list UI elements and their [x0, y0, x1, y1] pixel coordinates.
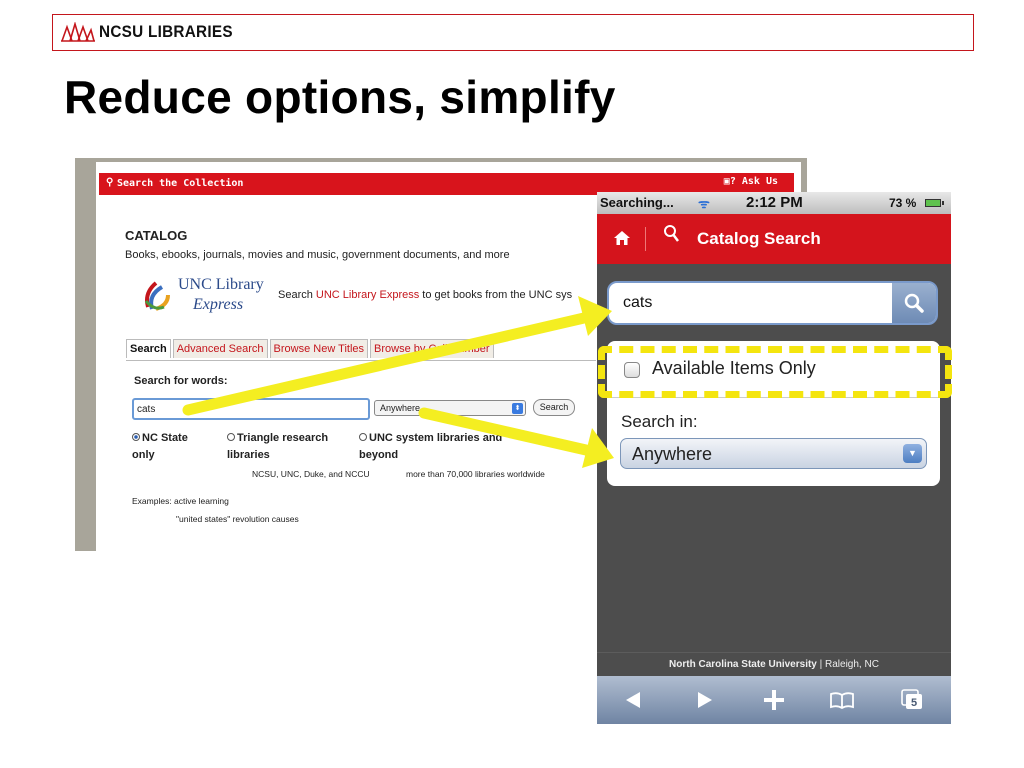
nav-title: Catalog Search: [697, 229, 821, 248]
status-bar: Searching... ᯤ 2:12 PM 73 %: [597, 192, 951, 214]
examples-label: Examples: active learning: [132, 496, 229, 506]
status-activity: Searching...: [600, 195, 674, 210]
bookmarks-button[interactable]: [827, 676, 857, 724]
home-icon[interactable]: [613, 230, 631, 246]
browser-toolbar: 5: [597, 676, 951, 724]
catalog-description: Books, ebooks, journals, movies and musi…: [125, 249, 510, 261]
magnifier-icon: [664, 225, 679, 242]
mobile-search-button[interactable]: [892, 283, 936, 323]
status-time: 2:12 PM: [746, 194, 803, 211]
option-nc-state[interactable]: NC State only: [132, 430, 188, 464]
unc-logo-name: UNC Library: [178, 276, 264, 293]
search-icon: [904, 293, 924, 313]
nav-bar: Catalog Search: [597, 214, 951, 264]
mobile-scope-select[interactable]: Anywhere ▼: [620, 438, 927, 469]
catalog-heading: CATALOG: [125, 228, 188, 243]
search-tabs: Search Advanced Search Browse New Titles…: [126, 339, 496, 358]
mobile-search-field[interactable]: cats: [607, 281, 938, 325]
back-button[interactable]: [621, 676, 645, 724]
desktop-search-input[interactable]: cats: [132, 398, 370, 420]
search-collection-link[interactable]: Search the Collection: [117, 178, 243, 189]
tab-browse-call-number[interactable]: Browse by Call Number: [370, 339, 494, 358]
ncsu-logo: NCSU LIBRARIES: [61, 22, 248, 42]
radio-icon: [359, 433, 367, 441]
mobile-footer: North Carolina State University | Raleig…: [597, 652, 951, 676]
ncsu-logo-icon: [61, 22, 95, 42]
tab-search[interactable]: Search: [126, 339, 171, 358]
option-unc-sub: more than 70,000 libraries worldwide: [406, 469, 545, 479]
wifi-icon: ᯤ: [698, 196, 710, 211]
radio-selected-icon: [132, 433, 140, 441]
status-battery: 73 %: [889, 196, 917, 210]
tabs-count: 5: [911, 697, 917, 709]
search-icon: ⚲: [106, 177, 114, 188]
unc-logo-subname: Express: [193, 296, 244, 313]
bookmarks-icon: [830, 692, 854, 709]
mobile-scope-value: Anywhere: [632, 444, 713, 464]
add-bookmark-button[interactable]: [761, 676, 787, 724]
battery-icon: [925, 199, 944, 207]
forward-button[interactable]: [693, 676, 717, 724]
option-unc-system[interactable]: UNC system libraries and beyond: [359, 430, 502, 464]
tabs-divider: [126, 360, 596, 361]
tab-advanced-search[interactable]: Advanced Search: [172, 339, 268, 358]
slide-title: Reduce options, simplify: [64, 71, 616, 123]
example-query: "united states" revolution causes: [176, 514, 299, 524]
highlight-dashed-box: [598, 346, 952, 398]
tab-browse-new-titles[interactable]: Browse New Titles: [269, 339, 369, 358]
unc-express-link[interactable]: UNC Library Express: [316, 289, 419, 301]
search-for-words-label: Search for words:: [134, 375, 228, 387]
mobile-catalog-screenshot: Searching... ᯤ 2:12 PM 73 % Catalog Sear…: [597, 192, 951, 724]
radio-icon: [227, 433, 235, 441]
forward-icon: [698, 692, 712, 708]
option-triangle-sub: NCSU, UNC, Duke, and NCCU: [252, 469, 370, 479]
brand-text: NCSU LIBRARIES: [99, 22, 233, 41]
unc-logo-icon: [144, 281, 170, 311]
tabs-icon: 5: [901, 689, 922, 709]
nav-separator: [645, 227, 646, 251]
desktop-scope-select[interactable]: Anywhere ⬍: [374, 400, 526, 416]
slide-header: NCSU LIBRARIES: [52, 14, 974, 51]
ask-us-link[interactable]: ▣? Ask Us: [724, 176, 778, 187]
add-icon: [764, 690, 784, 710]
mobile-search-value: cats: [623, 294, 653, 311]
dropdown-arrow-icon: ⬍: [512, 403, 523, 414]
unc-express-text: Search UNC Library Express to get books …: [278, 289, 573, 301]
tabs-button[interactable]: 5: [897, 676, 927, 724]
dropdown-arrow-icon: ▼: [903, 444, 922, 463]
option-triangle[interactable]: Triangle research libraries: [227, 430, 328, 464]
search-in-label: Search in:: [621, 412, 698, 431]
back-icon: [626, 692, 640, 708]
desktop-search-button[interactable]: Search: [533, 399, 575, 416]
